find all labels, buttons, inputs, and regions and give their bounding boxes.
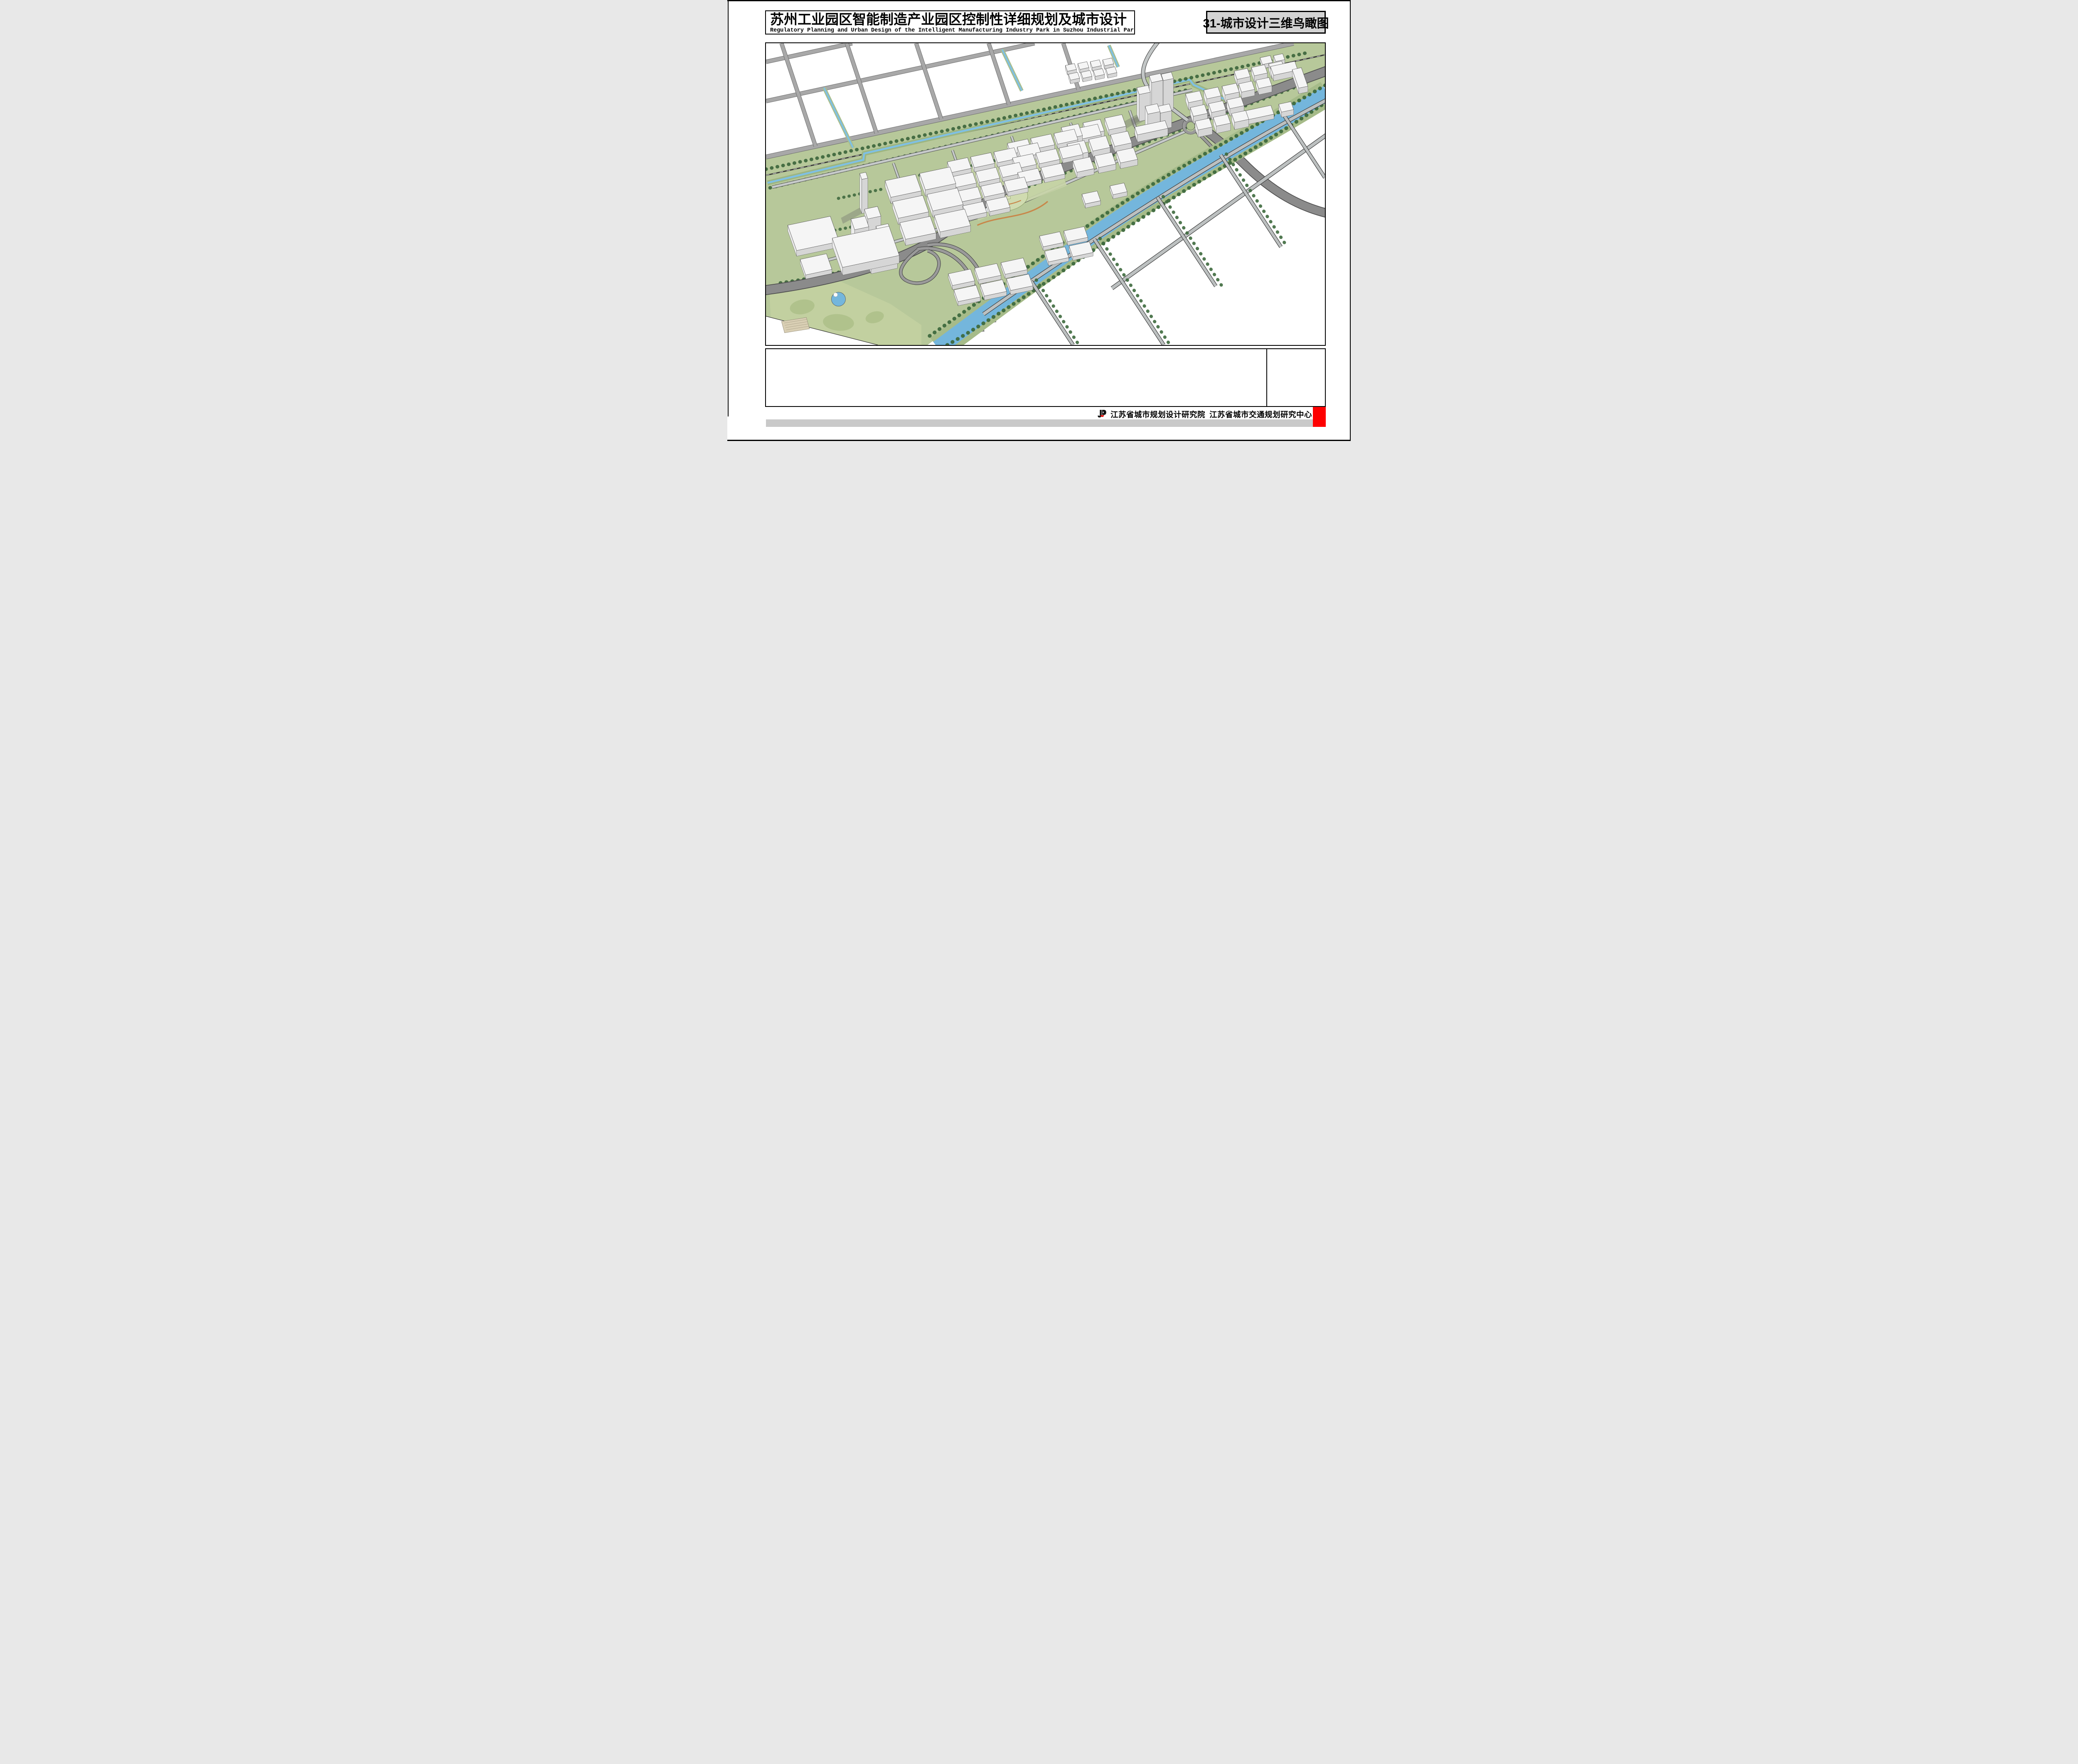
page-border-top bbox=[727, 0, 1351, 1]
institute-name-2: 江苏省城市交通规划研究中心 bbox=[1209, 409, 1312, 420]
footer-gray-bar bbox=[766, 419, 1313, 427]
title-block: 苏州工业园区智能制造产业园区控制性详细规划及城市设计 Regulatory Pl… bbox=[765, 10, 1135, 34]
page-border-right bbox=[1350, 0, 1351, 441]
jp-logo-p-shape bbox=[1102, 410, 1106, 415]
red-corner-mark bbox=[1313, 407, 1326, 427]
jp-logo bbox=[1096, 409, 1108, 419]
rendering-frame bbox=[765, 42, 1326, 346]
institute-name-1: 江苏省城市规划设计研究院 bbox=[1110, 409, 1205, 420]
page-border-bottom bbox=[727, 440, 1351, 441]
sheet-number-label: 31-城市设计三维鸟瞰图 bbox=[1206, 11, 1326, 34]
notes-box-divider bbox=[1266, 349, 1267, 406]
project-title-english: Regulatory Planning and Urban Design of … bbox=[770, 27, 1134, 34]
footer-institutes: 江苏省城市规划设计研究院 江苏省城市交通规划研究中心 bbox=[1110, 409, 1316, 420]
page-border-left bbox=[728, 0, 729, 416]
birdseye-rendering bbox=[766, 43, 1325, 345]
notes-box bbox=[765, 348, 1326, 407]
drawing-sheet: 苏州工业园区智能制造产业园区控制性详细规划及城市设计 Regulatory Pl… bbox=[727, 0, 1351, 441]
project-title-chinese: 苏州工业园区智能制造产业园区控制性详细规划及城市设计 bbox=[770, 12, 1134, 27]
page: 苏州工业园区智能制造产业园区控制性详细规划及城市设计 Regulatory Pl… bbox=[727, 0, 1351, 441]
